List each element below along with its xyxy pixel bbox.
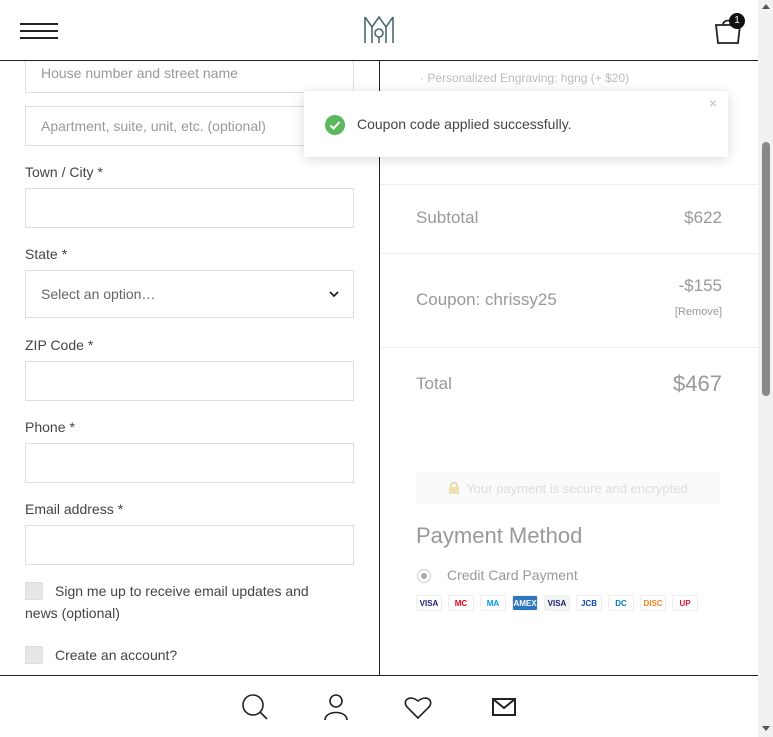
success-check-icon	[325, 115, 345, 135]
phone-input[interactable]	[25, 443, 354, 483]
site-header: 1	[0, 0, 758, 61]
remove-coupon-link[interactable]: [Remove]	[675, 306, 722, 318]
subtotal-value: $622	[684, 208, 722, 227]
state-select-value: Select an option…	[41, 286, 156, 302]
hamburger-icon[interactable]	[20, 20, 58, 40]
total-label: Total	[416, 374, 452, 393]
card-logo-icon: UP	[672, 595, 698, 611]
card-logo-icon: VISA	[544, 595, 570, 611]
zip-input[interactable]	[25, 361, 354, 401]
city-label-text: Town / City	[25, 164, 94, 180]
create-account-checkbox[interactable]	[25, 646, 43, 664]
coupon-value: -$155	[678, 276, 722, 295]
logo-icon[interactable]	[362, 13, 396, 47]
apartment-placeholder: Apartment, suite, unit, etc. (optional)	[41, 118, 266, 134]
payment-method-title: Payment Method	[416, 523, 583, 548]
total-value: $467	[673, 371, 722, 396]
state-label: State *	[25, 246, 67, 262]
coupon-toast: Coupon code applied successfully. ×	[304, 91, 728, 157]
city-label: Town / City *	[25, 164, 103, 180]
newsletter-label: Sign me up to receive email updates and …	[25, 583, 309, 621]
engraving-line: · Personalized Engraving: hgng (+ $20)	[420, 71, 630, 85]
state-label-text: State	[25, 246, 58, 262]
mail-icon[interactable]	[489, 692, 519, 722]
city-input[interactable]	[25, 188, 354, 228]
chevron-down-icon	[329, 291, 339, 298]
heart-icon[interactable]	[403, 692, 433, 722]
scroll-down-arrow[interactable]	[762, 726, 770, 731]
credit-card-label[interactable]: Credit Card Payment	[447, 567, 578, 583]
card-logo-icon: VISA	[416, 595, 442, 611]
search-icon[interactable]	[240, 692, 270, 722]
card-logos: VISA MC MA AMEX VISA JCB DC DISC UP	[416, 595, 698, 611]
credit-card-radio[interactable]	[417, 569, 431, 583]
email-label-text: Email address	[25, 501, 114, 517]
user-icon[interactable]	[321, 692, 351, 722]
scroll-thumb[interactable]	[762, 142, 770, 396]
card-logo-icon: MA	[480, 595, 506, 611]
required-mark: *	[97, 164, 103, 180]
create-account-label: Create an account?	[55, 647, 178, 663]
card-logo-icon: JCB	[576, 595, 602, 611]
required-mark: *	[87, 337, 94, 353]
street-address-input[interactable]: House number and street name	[25, 61, 354, 93]
divider	[380, 184, 758, 185]
card-logo-icon: AMEX	[512, 595, 538, 611]
toast-message: Coupon code applied successfully.	[357, 116, 572, 132]
lock-icon	[449, 482, 460, 494]
card-logo-icon: DISC	[640, 595, 666, 611]
divider	[380, 347, 758, 348]
street-placeholder: House number and street name	[41, 65, 238, 81]
secure-text: Your payment is secure and encrypted	[466, 480, 688, 496]
required-mark: *	[117, 501, 124, 517]
scrollbar[interactable]	[758, 0, 773, 737]
required-mark: *	[69, 419, 75, 435]
phone-label: Phone *	[25, 419, 75, 435]
close-icon[interactable]: ×	[706, 96, 720, 110]
cart-count-badge: 1	[729, 13, 745, 29]
email-label: Email address *	[25, 501, 123, 517]
email-input[interactable]	[25, 525, 354, 565]
coupon-label: Coupon: chrissy25	[416, 290, 557, 309]
card-logo-icon: MC	[448, 595, 474, 611]
card-logo-icon: DC	[608, 595, 634, 611]
scroll-up-arrow[interactable]	[762, 4, 770, 9]
phone-label-text: Phone	[25, 419, 66, 435]
zip-label-text: ZIP Code	[25, 337, 84, 353]
divider	[380, 253, 758, 254]
state-select[interactable]: Select an option…	[25, 270, 354, 318]
subtotal-label: Subtotal	[416, 208, 479, 227]
zip-label: ZIP Code *	[25, 337, 93, 353]
required-mark: *	[61, 246, 68, 262]
secure-notice: Your payment is secure and encrypted	[416, 472, 720, 504]
bottom-nav	[0, 675, 758, 737]
